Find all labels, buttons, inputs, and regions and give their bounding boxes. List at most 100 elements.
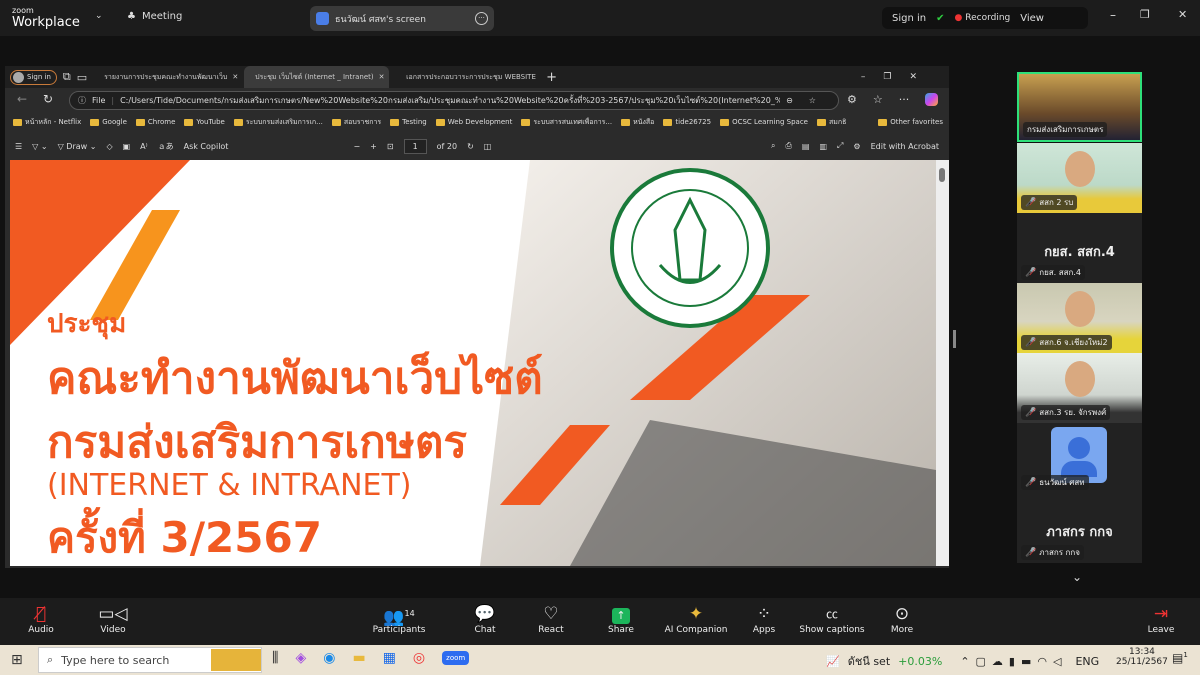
- favorite-star-icon[interactable]: ☆: [809, 96, 816, 105]
- audio-button[interactable]: 🎙̸ Audio: [1, 603, 81, 635]
- slide-heading-small: ประชุม: [47, 309, 127, 339]
- zoom-plus-icon[interactable]: +: [370, 142, 377, 151]
- window-controls[interactable]: –❐✕: [861, 72, 935, 82]
- participant-tile[interactable]: 🎤̸ ธนวัฒน์ ศสท: [1017, 423, 1142, 493]
- new-tab-button[interactable]: +: [546, 70, 557, 85]
- bookmark[interactable]: Web Development: [435, 118, 512, 126]
- bookmark[interactable]: Google: [90, 118, 127, 126]
- tab-label: ประชุม เว็บไซต์ (Internet _ Intranet): [255, 72, 374, 81]
- share-button[interactable]: ↑ Share: [581, 603, 661, 635]
- leave-icon: ⇥: [1153, 604, 1169, 624]
- back-icon[interactable]: ←: [17, 92, 27, 106]
- zoom-minus-icon[interactable]: −: [353, 142, 360, 151]
- edit-with-acrobat-button[interactable]: Edit with Acrobat: [871, 142, 939, 151]
- participant-tile[interactable]: 🎤̸ สสก.3 รย. จักรพงศ์: [1017, 353, 1142, 423]
- chrome-icon[interactable]: ◎: [413, 650, 425, 666]
- clock[interactable]: 13:34 25/11/2567: [1116, 647, 1168, 667]
- page-number-input[interactable]: 1: [403, 138, 427, 154]
- tray-icons[interactable]: ⌃▢☁▮▬◠◁: [960, 655, 1067, 668]
- edge-icon[interactable]: ◉: [323, 650, 335, 666]
- minimize-icon[interactable]: –: [1110, 8, 1116, 22]
- close-tab-icon[interactable]: ✕: [379, 73, 385, 81]
- bookmark[interactable]: ระบบสารสนเทศเพื่อการ...: [521, 117, 612, 128]
- participant-tile[interactable]: 🎤̸ สสก 2 รบ: [1017, 143, 1142, 213]
- participant-tile[interactable]: กยส. สสก.4 🎤̸ กยส. สสก.4: [1017, 213, 1142, 283]
- bookmark[interactable]: tide26725: [663, 118, 711, 126]
- fullscreen-icon[interactable]: ⤢: [837, 141, 843, 151]
- profile-sign-in-button[interactable]: Sign in: [10, 69, 57, 85]
- more-button[interactable]: ⊙ More: [862, 603, 942, 635]
- rotate-icon[interactable]: ↻: [467, 142, 474, 151]
- fit-page-icon[interactable]: ⊡: [387, 142, 394, 151]
- bookmark-label: หนังสือ: [633, 117, 655, 126]
- taskbar-search[interactable]: ⌕ Type here to search: [38, 647, 262, 673]
- participant-tile[interactable]: 🎤̸ สสก.6 จ.เชียงใหม่2: [1017, 283, 1142, 353]
- refresh-icon[interactable]: ↻: [43, 92, 53, 106]
- bookmark[interactable]: สมกธิ: [817, 117, 846, 128]
- participants-button[interactable]: 👥14 Participants: [359, 603, 439, 635]
- video-button[interactable]: ▭◁ Video: [73, 603, 153, 635]
- more-icon: ⊙: [894, 604, 910, 624]
- tab-report[interactable]: รายงานการประชุมคณะทำงานพัฒนาเว็บ ✕: [93, 66, 238, 88]
- save-icon[interactable]: ▤: [802, 142, 810, 151]
- bookmark[interactable]: ระบบกรมส่งเสริมการเก...: [233, 117, 323, 128]
- meeting-button[interactable]: ♣ Meeting: [127, 11, 182, 22]
- notifications-icon[interactable]: ▤1: [1172, 651, 1188, 665]
- zoom-out-icon[interactable]: ⊖: [786, 96, 793, 105]
- screen-share-indicator[interactable]: ธนวัฒน์ ศสท's screen ···: [310, 6, 494, 31]
- sign-in-link[interactable]: Sign in: [892, 13, 926, 24]
- restore-icon[interactable]: ❐: [1140, 8, 1150, 21]
- favorites-icon[interactable]: ☆: [873, 93, 883, 106]
- close-tab-icon[interactable]: ✕: [232, 73, 238, 81]
- language-indicator[interactable]: ENG: [1075, 655, 1099, 668]
- other-favorites[interactable]: Other favorites: [878, 118, 943, 126]
- bookmark[interactable]: สอบราชการ: [331, 117, 381, 128]
- contents-icon[interactable]: ☰: [15, 142, 22, 151]
- save-as-icon[interactable]: ▥: [819, 142, 827, 151]
- settings-icon[interactable]: ⚙: [853, 142, 860, 151]
- scroll-down-icon[interactable]: ⌄: [1072, 570, 1082, 584]
- more-options-icon[interactable]: ···: [475, 12, 488, 25]
- leave-button[interactable]: ⇥ Leave: [1121, 603, 1200, 635]
- windows-start-icon[interactable]: ⊞: [11, 652, 23, 668]
- tab-agenda[interactable]: เอกสารประกอบวาระการประชุม WEBSITE✕: [395, 66, 540, 88]
- participant-display-name: กยส. สสก.4: [1044, 245, 1115, 260]
- workspaces-icon[interactable]: ⧉: [63, 70, 71, 84]
- close-icon[interactable]: ✕: [1178, 8, 1187, 21]
- address-bar[interactable]: ⓘ File | C:/Users/Tide/Documents/กรมส่งเสริ…: [69, 91, 839, 110]
- text-icon[interactable]: ▣: [123, 142, 131, 151]
- draw-button[interactable]: ▽ Draw ⌄: [58, 142, 97, 151]
- copilot-icon[interactable]: [925, 93, 939, 106]
- bookmark[interactable]: หนังสือ: [621, 117, 654, 128]
- react-button[interactable]: ♡ React: [511, 603, 591, 635]
- highlight-icon[interactable]: ▽ ⌄: [32, 142, 47, 151]
- ask-copilot-button[interactable]: Ask Copilot: [184, 142, 229, 151]
- participant-tile[interactable]: ภาสกร กกจ 🎤̸ ภาสกร กกจ: [1017, 493, 1142, 563]
- bookmark[interactable]: หน้าหลัก - Netflix: [13, 117, 81, 128]
- panel-resize-handle[interactable]: [953, 330, 956, 348]
- read-aloud-icon[interactable]: A⁾: [140, 142, 147, 151]
- chevron-down-icon[interactable]: ⌄: [95, 11, 103, 21]
- translate-icon[interactable]: ａあ: [158, 141, 174, 152]
- more-icon[interactable]: ···: [899, 93, 910, 106]
- tab-meeting-slides[interactable]: ประชุม เว็บไซต์ (Internet _ Intranet) ✕: [244, 66, 390, 88]
- store-icon[interactable]: ▦: [383, 650, 396, 666]
- search-icon[interactable]: ⌕: [771, 141, 775, 151]
- extensions-icon[interactable]: ⚙: [847, 93, 857, 106]
- task-view-icon[interactable]: ⫼: [272, 650, 278, 666]
- page-view-icon[interactable]: ◫: [484, 142, 492, 151]
- bookmark[interactable]: Chrome: [135, 118, 175, 126]
- view-button[interactable]: View: [1020, 13, 1044, 24]
- bookmark[interactable]: Testing: [390, 118, 427, 126]
- participant-tile[interactable]: กรมส่งเสริมการเกษตร: [1017, 72, 1142, 142]
- erase-icon[interactable]: ◇: [106, 142, 112, 151]
- zoom-app-icon[interactable]: zoom: [442, 651, 470, 665]
- bookmark[interactable]: OCSC Learning Space: [720, 118, 808, 126]
- stock-name[interactable]: ดัชนี set: [848, 652, 890, 670]
- scrollbar[interactable]: [936, 160, 949, 566]
- print-icon[interactable]: ⎙: [785, 141, 791, 151]
- copilot-icon[interactable]: ◈: [295, 650, 306, 666]
- file-explorer-icon[interactable]: ▬: [352, 650, 365, 666]
- tab-actions-icon[interactable]: ▭: [77, 71, 87, 84]
- bookmark[interactable]: YouTube: [184, 118, 225, 126]
